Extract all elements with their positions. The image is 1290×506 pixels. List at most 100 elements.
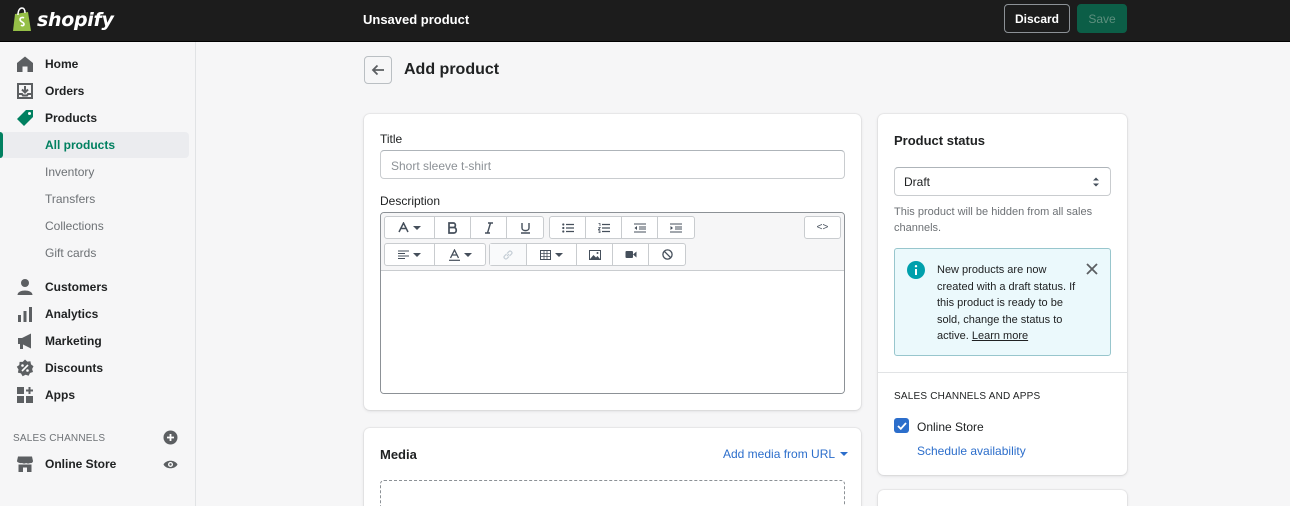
indent-icon	[670, 222, 682, 233]
discount-icon	[16, 359, 34, 377]
sidebar-item-label: Home	[45, 57, 79, 71]
description-editor: <>	[380, 212, 845, 394]
sales-channels-heading: SALES CHANNELS	[13, 433, 106, 444]
eye-icon[interactable]	[163, 457, 178, 472]
add-media-from-url-button[interactable]: Add media from URL	[723, 447, 849, 461]
text-color-button[interactable]	[435, 244, 485, 265]
info-icon	[907, 261, 925, 279]
organization-card	[878, 490, 1127, 506]
bullet-list-button[interactable]	[550, 217, 586, 238]
save-button[interactable]: Save	[1077, 4, 1127, 33]
sidebar-item-customers[interactable]: Customers	[0, 274, 189, 300]
back-button[interactable]	[364, 56, 392, 84]
sidebar: Home Orders Products All products Invent…	[0, 42, 196, 506]
align-color-group	[384, 243, 486, 266]
discard-button[interactable]: Discard	[1004, 4, 1070, 33]
format-group	[384, 216, 544, 239]
sidebar-item-label: Analytics	[45, 307, 99, 321]
product-status-select[interactable]: Draft	[894, 167, 1111, 196]
close-icon[interactable]	[1085, 262, 1099, 276]
sidebar-subitem-label: Transfers	[45, 192, 96, 206]
sidebar-subitem-gift-cards[interactable]: Gift cards	[0, 240, 189, 266]
editor-toolbar: <>	[381, 213, 844, 271]
add-media-from-url-label: Add media from URL	[723, 447, 836, 461]
logo-text: shopify	[37, 9, 114, 31]
italic-button[interactable]	[471, 217, 507, 238]
table-button[interactable]	[527, 244, 577, 265]
html-code-button[interactable]: <>	[805, 217, 840, 238]
numbered-list-button[interactable]	[586, 217, 622, 238]
title-input[interactable]: Short sleeve t-shirt	[380, 150, 845, 179]
indent-button[interactable]	[658, 217, 694, 238]
sidebar-item-label: Online Store	[45, 457, 117, 471]
video-button[interactable]	[613, 244, 649, 265]
sidebar-item-marketing[interactable]: Marketing	[0, 328, 189, 354]
bar-chart-icon	[18, 307, 32, 322]
sidebar-item-products[interactable]: Products	[0, 105, 189, 131]
product-status-title: Product status	[894, 133, 986, 148]
learn-more-link[interactable]: Learn more	[972, 330, 1028, 342]
sidebar-item-discounts[interactable]: Discounts	[0, 355, 189, 381]
orders-icon	[17, 83, 33, 99]
align-button[interactable]	[385, 244, 435, 265]
sidebar-item-label: Discounts	[45, 361, 104, 375]
sidebar-item-apps[interactable]: Apps	[0, 382, 189, 408]
sidebar-item-analytics[interactable]: Analytics	[0, 301, 189, 327]
sidebar-item-online-store[interactable]: Online Store	[0, 451, 189, 477]
sidebar-item-label: Orders	[45, 84, 85, 98]
list-group	[549, 216, 695, 239]
image-button[interactable]	[577, 244, 613, 265]
schedule-availability-link[interactable]: Schedule availability	[917, 444, 1026, 458]
sidebar-subitem-transfers[interactable]: Transfers	[0, 186, 189, 212]
outdent-button[interactable]	[622, 217, 658, 238]
sidebar-subitem-inventory[interactable]: Inventory	[0, 159, 189, 185]
bold-button[interactable]	[435, 217, 471, 238]
banner-message: New products are now created with a draf…	[937, 262, 1085, 345]
top-bar: shopify Unsaved product Discard Save	[0, 0, 1290, 42]
apps-icon	[17, 387, 33, 403]
underline-icon	[520, 222, 530, 234]
tag-icon	[17, 110, 33, 126]
underline-button[interactable]	[507, 217, 543, 238]
bold-icon	[448, 221, 458, 234]
font-icon	[398, 222, 409, 233]
clear-format-icon	[661, 249, 673, 260]
description-label: Description	[380, 194, 441, 208]
draft-info-banner: New products are now created with a draf…	[894, 248, 1111, 356]
online-store-channel-label: Online Store	[917, 420, 984, 434]
arrow-left-icon	[371, 64, 384, 76]
add-channel-icon[interactable]	[163, 430, 178, 445]
chevron-down-icon	[555, 252, 563, 257]
sidebar-subitem-label: All products	[45, 138, 116, 152]
chevron-down-icon	[840, 452, 849, 456]
home-icon	[17, 56, 33, 72]
person-icon	[17, 279, 33, 295]
font-button[interactable]	[385, 217, 435, 238]
italic-icon	[484, 221, 493, 234]
sidebar-subitem-collections[interactable]: Collections	[0, 213, 189, 239]
megaphone-icon	[18, 333, 31, 349]
shopify-bag-icon	[13, 7, 31, 31]
online-store-checkbox[interactable]	[894, 418, 909, 433]
link-button[interactable]	[490, 244, 527, 265]
shopify-logo[interactable]: shopify	[12, 7, 114, 33]
numbered-list-icon	[597, 222, 610, 233]
clear-formatting-button[interactable]	[649, 244, 685, 265]
sidebar-item-label: Marketing	[45, 334, 102, 348]
text-color-icon	[448, 248, 460, 261]
store-icon	[17, 456, 33, 472]
image-icon	[588, 249, 601, 260]
align-left-icon	[398, 250, 409, 259]
sidebar-subitem-label: Collections	[45, 219, 104, 233]
media-title: Media	[380, 447, 417, 462]
page-title: Add product	[404, 61, 500, 78]
sidebar-subitem-all-products[interactable]: All products	[0, 132, 189, 158]
select-arrows-icon	[1093, 177, 1099, 187]
status-help-text: This product will be hidden from all sal…	[894, 206, 1093, 234]
description-textarea[interactable]	[381, 271, 844, 393]
media-dropzone[interactable]	[380, 480, 845, 506]
sidebar-item-label: Customers	[45, 280, 108, 294]
sidebar-item-orders[interactable]: Orders	[0, 78, 189, 104]
card-divider	[878, 372, 1128, 373]
sidebar-item-home[interactable]: Home	[0, 51, 189, 77]
